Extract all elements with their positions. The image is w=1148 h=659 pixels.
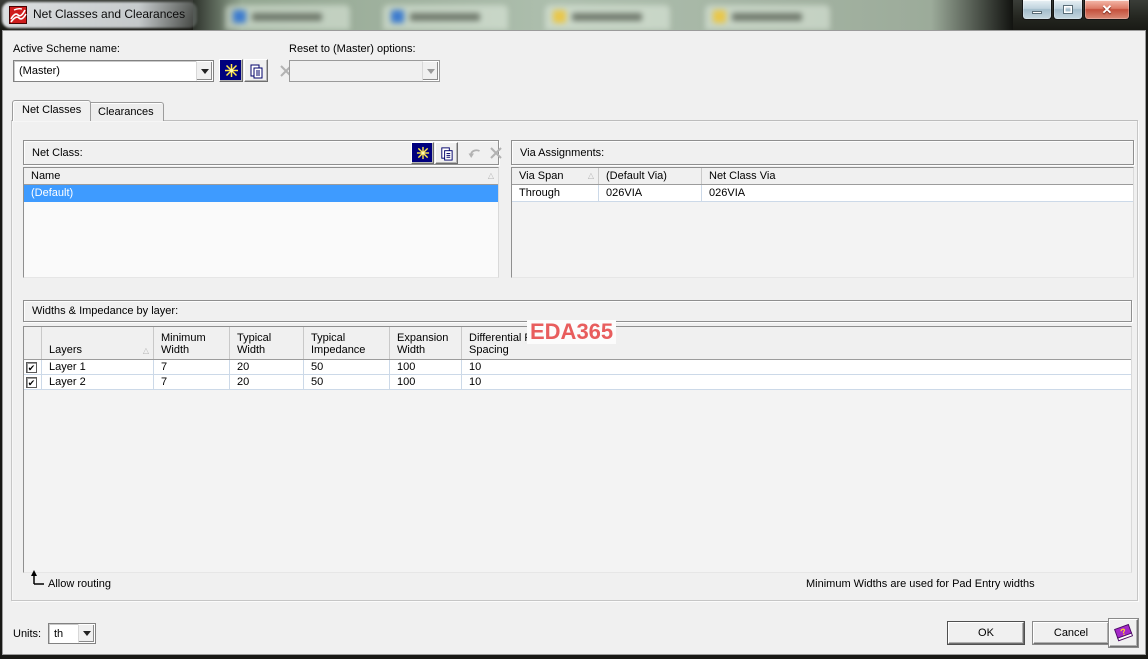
- tab-clearances[interactable]: Clearances: [88, 102, 164, 121]
- enable-column-header: [24, 327, 42, 359]
- allow-routing-checkbox[interactable]: [26, 361, 37, 373]
- net-class-via-cell[interactable]: 026VIA: [702, 185, 1133, 201]
- default-via-column-header[interactable]: (Default Via): [599, 168, 702, 184]
- tab-net-classes[interactable]: Net Classes: [12, 100, 92, 121]
- copy-net-class-button[interactable]: [435, 142, 458, 164]
- copy-icon: [250, 64, 263, 78]
- min-width-cell[interactable]: 7: [154, 375, 230, 389]
- via-assignment-row[interactable]: Through 026VIA 026VIA: [512, 185, 1133, 202]
- sort-ascending-icon: △: [487, 170, 494, 180]
- diff-pair-cell[interactable]: 10: [462, 375, 1131, 389]
- minimize-button[interactable]: [1022, 0, 1052, 20]
- net-class-name-cell[interactable]: (Default): [24, 185, 498, 201]
- delete-net-class-button-disabled: [485, 142, 507, 164]
- background-window-tabs: [193, 0, 1013, 30]
- new-net-class-button[interactable]: [411, 142, 434, 164]
- exp-width-cell[interactable]: 100: [390, 375, 462, 389]
- net-class-group-header: Net Class:: [23, 140, 502, 165]
- ok-button[interactable]: OK: [948, 622, 1024, 644]
- via-span-column-header[interactable]: Via Span: [519, 170, 563, 182]
- pad-entry-note: Minimum Widths are used for Pad Entry wi…: [806, 578, 1035, 590]
- chevron-down-icon: [200, 68, 209, 74]
- reset-options-label: Reset to (Master) options:: [289, 43, 416, 55]
- allow-routing-label: Allow routing: [48, 578, 111, 590]
- via-assignments-table: Via Span △ (Default Via) Net Class Via T…: [511, 167, 1134, 278]
- active-scheme-select[interactable]: (Master): [13, 60, 214, 82]
- allow-routing-checkbox[interactable]: [26, 376, 37, 388]
- net-class-table: Name △ (Default): [23, 167, 499, 278]
- exp-width-column-header[interactable]: Expansion Width: [397, 332, 457, 356]
- screen: Net Classes and Clearances ✕ Active Sche…: [0, 0, 1148, 659]
- net-class-via-column-header[interactable]: Net Class Via: [702, 168, 1133, 184]
- active-scheme-value: (Master): [19, 65, 60, 77]
- via-span-cell[interactable]: Through: [512, 185, 599, 201]
- maximize-icon: [1063, 5, 1073, 14]
- min-width-column-header[interactable]: Minimum Width: [161, 332, 217, 356]
- layers-column-header[interactable]: Layers: [49, 344, 82, 356]
- maximize-button[interactable]: [1053, 0, 1083, 20]
- net-class-name-column-header[interactable]: Name: [31, 170, 60, 182]
- allow-routing-pointer-icon: [31, 570, 44, 585]
- units-select[interactable]: th: [48, 623, 96, 644]
- via-assignments-group-header: Via Assignments:: [511, 140, 1134, 165]
- undo-icon: [468, 148, 480, 158]
- delete-x-icon: [490, 147, 502, 159]
- chevron-down-icon: [426, 68, 435, 74]
- new-star-icon: [224, 64, 238, 77]
- net-classes-dialog: Active Scheme name: (Master) Reset to (M…: [2, 30, 1146, 655]
- undo-button-disabled: [464, 142, 485, 164]
- reset-options-select: [289, 60, 440, 82]
- active-scheme-label: Active Scheme name:: [13, 43, 120, 55]
- net-class-row-default[interactable]: (Default): [24, 185, 498, 202]
- new-scheme-button[interactable]: [219, 59, 243, 82]
- layer-name-cell[interactable]: Layer 2: [42, 375, 154, 389]
- eda365-watermark: EDA365: [527, 320, 617, 344]
- exp-width-cell[interactable]: 100: [390, 360, 462, 374]
- sort-ascending-icon: △: [142, 346, 149, 355]
- titlebar[interactable]: Net Classes and Clearances ✕: [0, 0, 1148, 30]
- close-button[interactable]: ✕: [1084, 0, 1130, 20]
- default-via-cell[interactable]: 026VIA: [599, 185, 702, 201]
- minimize-icon: [1032, 11, 1042, 14]
- typ-impedance-cell[interactable]: 50: [304, 360, 390, 374]
- units-dropdown-button[interactable]: [78, 624, 95, 643]
- chevron-down-icon: [82, 631, 91, 636]
- copy-icon: [441, 146, 453, 161]
- close-icon: ✕: [1101, 1, 1113, 17]
- net-class-title: Net Class:: [32, 146, 83, 159]
- via-assignments-title: Via Assignments:: [520, 146, 605, 159]
- units-value: th: [54, 627, 64, 640]
- app-icon: [9, 6, 27, 24]
- typ-impedance-cell[interactable]: 50: [304, 375, 390, 389]
- layer-name-cell[interactable]: Layer 1: [42, 360, 154, 374]
- units-label: Units:: [13, 628, 42, 640]
- help-button[interactable]: ?: [1109, 619, 1138, 647]
- layer-row[interactable]: Layer 2 7 20 50 100 10: [24, 375, 1131, 390]
- min-width-cell[interactable]: 7: [154, 360, 230, 374]
- layer-row[interactable]: Layer 1 7 20 50 100 10: [24, 360, 1131, 375]
- new-star-icon: [416, 146, 429, 160]
- cancel-button[interactable]: Cancel: [1033, 622, 1109, 644]
- window-title: Net Classes and Clearances: [33, 7, 186, 21]
- diff-pair-cell[interactable]: 10: [462, 360, 1131, 374]
- typ-width-cell[interactable]: 20: [230, 375, 304, 389]
- copy-scheme-button[interactable]: [244, 59, 268, 82]
- typ-impedance-column-header[interactable]: Typical Impedance: [311, 332, 377, 356]
- reset-options-dropdown-button: [422, 61, 439, 81]
- sort-ascending-icon: △: [587, 170, 594, 180]
- help-book-icon: ?: [1113, 623, 1133, 642]
- widths-title: Widths & Impedance by layer:: [32, 305, 179, 317]
- active-scheme-dropdown-button[interactable]: [196, 61, 213, 81]
- typ-width-column-header[interactable]: Typical Width: [237, 332, 287, 356]
- widths-table: Layers △ Minimum Width Typical Width Typ…: [23, 326, 1132, 573]
- typ-width-cell[interactable]: 20: [230, 360, 304, 374]
